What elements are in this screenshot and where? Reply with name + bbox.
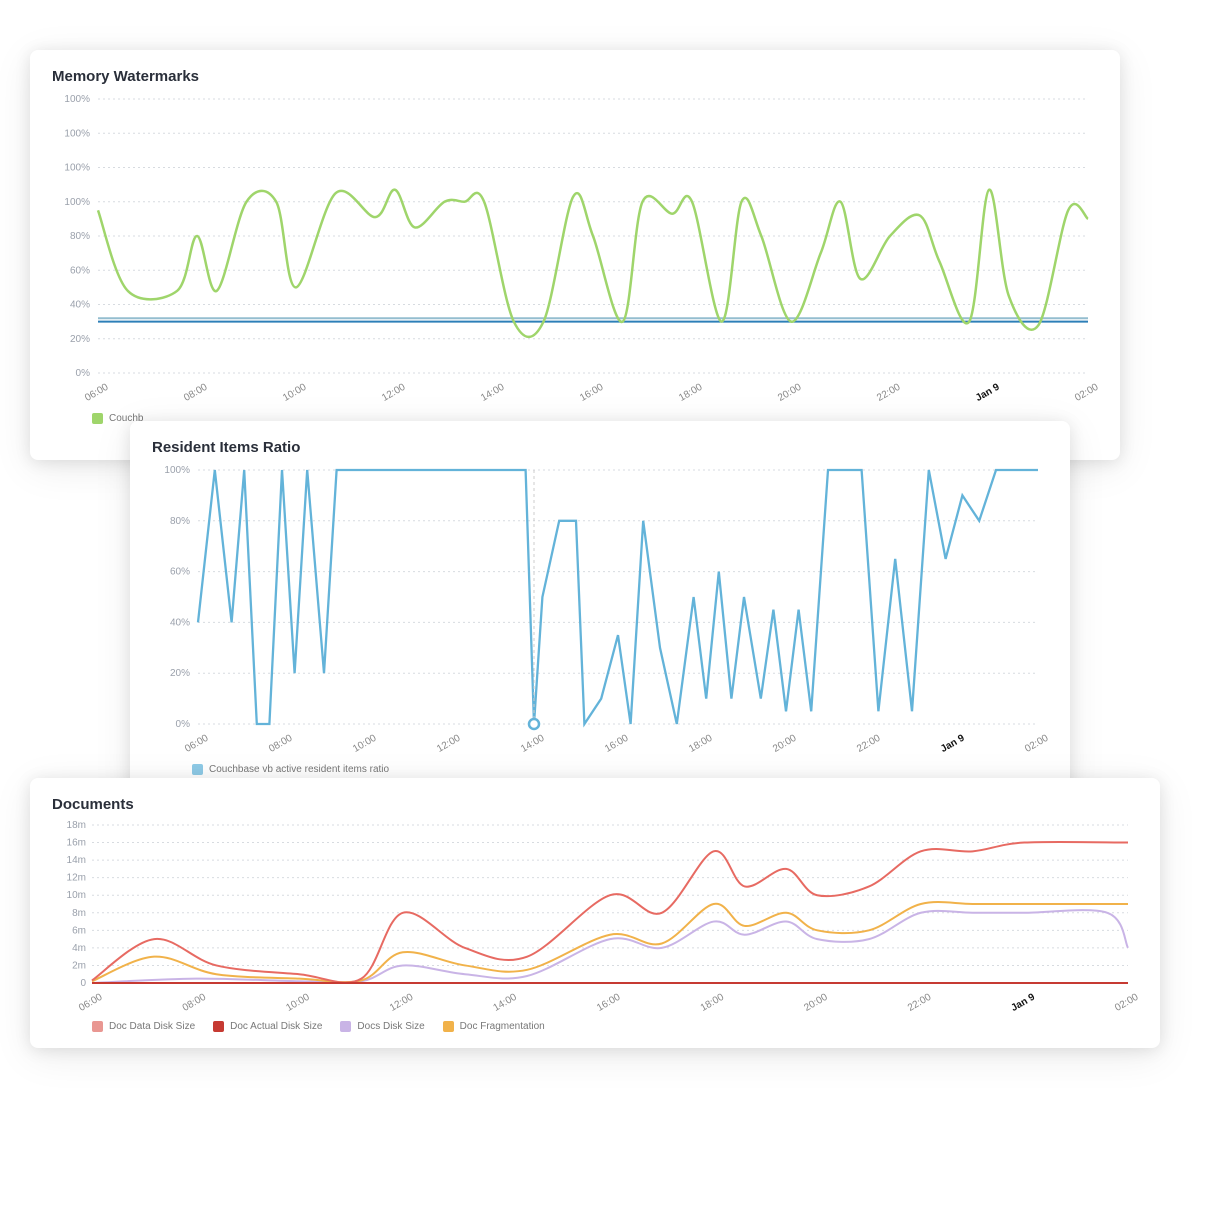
legend-swatch-icon	[340, 1021, 351, 1032]
svg-text:100%: 100%	[64, 128, 90, 139]
svg-text:12:00: 12:00	[380, 382, 408, 403]
svg-text:06:00: 06:00	[83, 382, 111, 403]
legend-item[interactable]: Doc Actual Disk Size	[213, 1021, 322, 1032]
resident-items-chart[interactable]: 0% 20% 40% 60% 80% 100% 06:00 08:00 10:00 12:00 14…	[152, 464, 1048, 754]
resident-items-title: Resident Items Ratio	[152, 439, 1048, 456]
svg-text:0%: 0%	[76, 368, 91, 379]
legend-swatch-icon	[443, 1021, 454, 1032]
svg-text:100%: 100%	[164, 465, 190, 476]
memory-watermarks-chart[interactable]: 0% 20% 40% 60% 80% 100% 100% 100% 100% 06:00 08:00…	[52, 93, 1098, 403]
svg-text:18:00: 18:00	[677, 382, 705, 403]
svg-text:10:00: 10:00	[281, 382, 309, 403]
svg-text:40%: 40%	[170, 617, 190, 628]
svg-text:100%: 100%	[64, 197, 90, 208]
documents-legend: Doc Data Disk Size Doc Actual Disk Size …	[52, 1021, 1138, 1032]
legend-item[interactable]: Couchbase vb active resident items ratio	[192, 764, 389, 775]
svg-text:12:00: 12:00	[435, 733, 463, 754]
svg-text:16:00: 16:00	[603, 733, 631, 754]
memory-watermarks-card: Memory Watermarks 0% 20% 40% 60% 80% 100% 100%…	[30, 50, 1120, 460]
legend-label: Doc Fragmentation	[460, 1021, 545, 1032]
svg-text:08:00: 08:00	[181, 992, 209, 1011]
svg-text:4m: 4m	[72, 943, 86, 954]
svg-text:16:00: 16:00	[595, 992, 623, 1011]
svg-text:60%: 60%	[170, 567, 190, 578]
svg-text:Jan 9: Jan 9	[1009, 991, 1037, 1011]
svg-text:100%: 100%	[64, 163, 90, 174]
svg-text:20%: 20%	[70, 334, 90, 345]
svg-text:08:00: 08:00	[267, 733, 295, 754]
svg-text:14:00: 14:00	[519, 733, 547, 754]
svg-text:02:00: 02:00	[1073, 382, 1098, 403]
legend-label: Docs Disk Size	[357, 1021, 424, 1032]
svg-text:20:00: 20:00	[771, 733, 799, 754]
resident-items-legend: Couchbase vb active resident items ratio	[152, 764, 1048, 775]
svg-text:Jan 9: Jan 9	[939, 732, 967, 754]
svg-text:02:00: 02:00	[1113, 992, 1138, 1011]
svg-text:12:00: 12:00	[388, 992, 416, 1011]
legend-swatch-icon	[192, 764, 203, 775]
svg-text:0%: 0%	[176, 719, 191, 730]
documents-card: Documents 02m4m6m8m10m12m14m16m18m06:000…	[30, 778, 1160, 1048]
legend-swatch-icon	[92, 413, 103, 424]
legend-item[interactable]: Doc Data Disk Size	[92, 1021, 195, 1032]
svg-text:100%: 100%	[64, 94, 90, 105]
svg-text:12m: 12m	[67, 873, 86, 884]
legend-swatch-icon	[213, 1021, 224, 1032]
svg-text:6m: 6m	[72, 925, 86, 936]
legend-swatch-icon	[92, 1021, 103, 1032]
svg-text:20:00: 20:00	[802, 992, 830, 1011]
svg-text:16m: 16m	[67, 838, 86, 849]
svg-text:18:00: 18:00	[699, 992, 727, 1011]
svg-text:22:00: 22:00	[875, 382, 903, 403]
svg-text:16:00: 16:00	[578, 382, 606, 403]
legend-item[interactable]: Doc Fragmentation	[443, 1021, 545, 1032]
svg-text:22:00: 22:00	[906, 992, 934, 1011]
svg-text:20%: 20%	[170, 668, 190, 679]
documents-title: Documents	[52, 796, 1138, 813]
svg-text:Jan 9: Jan 9	[974, 381, 1002, 403]
memory-watermarks-title: Memory Watermarks	[52, 68, 1098, 85]
documents-chart[interactable]: 0 2m 4m 6m 8m 10m 12m 14m 16m 18m 06:00 08:00 10:00 1…	[52, 821, 1138, 1011]
svg-text:80%: 80%	[70, 231, 90, 242]
legend-label: Couchbase vb active resident items ratio	[209, 764, 389, 775]
svg-text:02:00: 02:00	[1023, 733, 1048, 754]
legend-item[interactable]: Docs Disk Size	[340, 1021, 424, 1032]
svg-text:18:00: 18:00	[687, 733, 715, 754]
svg-text:20:00: 20:00	[776, 382, 804, 403]
svg-text:14:00: 14:00	[479, 382, 507, 403]
svg-text:60%: 60%	[70, 265, 90, 276]
svg-text:18m: 18m	[67, 821, 86, 831]
svg-text:80%: 80%	[170, 516, 190, 527]
svg-text:08:00: 08:00	[182, 382, 210, 403]
legend-label: Doc Data Disk Size	[109, 1021, 195, 1032]
legend-label: Doc Actual Disk Size	[230, 1021, 322, 1032]
svg-text:10m: 10m	[67, 890, 86, 901]
svg-text:10:00: 10:00	[284, 992, 312, 1011]
svg-text:10:00: 10:00	[351, 733, 379, 754]
svg-text:06:00: 06:00	[183, 733, 211, 754]
svg-text:0: 0	[80, 978, 86, 989]
svg-text:14m: 14m	[67, 855, 86, 866]
svg-text:22:00: 22:00	[855, 733, 883, 754]
svg-text:06:00: 06:00	[77, 992, 105, 1011]
svg-text:8m: 8m	[72, 908, 86, 919]
resident-items-card: Resident Items Ratio 0%20%40%60%80%100%0…	[130, 421, 1070, 801]
svg-text:40%: 40%	[70, 300, 90, 311]
svg-text:2m: 2m	[72, 960, 86, 971]
svg-text:14:00: 14:00	[492, 992, 520, 1011]
